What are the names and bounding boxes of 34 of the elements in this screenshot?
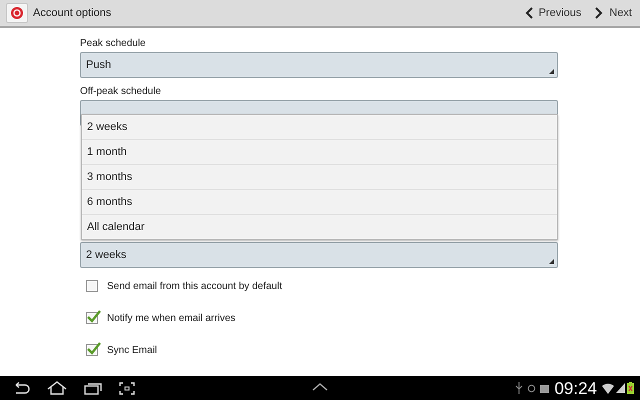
dropdown-field[interactable]: 2 weeks [80,242,558,268]
battery-icon [627,382,634,394]
dropdown-option[interactable]: 3 months [82,164,557,189]
corner-triangle-icon [549,259,554,264]
checkbox[interactable] [86,344,98,356]
dropdown-option[interactable]: 1 month [82,139,557,164]
signal-icon [616,383,625,393]
checkbox[interactable] [86,312,98,324]
checkbox-label: Sync Email [107,344,158,358]
field-label: Peak schedule [80,38,147,50]
previous-button[interactable]: Previous [522,1,584,25]
home-icon[interactable] [47,381,67,395]
chevron-right-icon [595,7,604,19]
next-button[interactable]: Next [593,1,634,25]
corner-triangle-icon [549,69,554,74]
checkbox-label: Send email from this account by default [107,280,282,294]
usb-icon [515,382,524,394]
chevron-left-icon [524,7,533,19]
dropdown-option[interactable]: 6 months [82,189,557,214]
dropdown-option[interactable]: All calendar [82,214,557,239]
screenshot-icon[interactable] [119,382,135,394]
caret-up-icon[interactable] [312,383,328,391]
download-icon [540,383,550,393]
field-label: Off-peak schedule [80,86,162,98]
clock: 09:24 [554,380,597,396]
dropdown-field[interactable]: Push [80,52,558,78]
email-app-icon[interactable] [6,3,28,23]
checkbox-label: Notify me when email arrives [107,312,236,326]
recent-apps-icon[interactable] [84,382,102,394]
sync-icon [527,384,536,392]
dropdown-option[interactable]: 2 weeks [82,115,557,139]
screen-title: Account options [33,6,112,21]
checkbox[interactable] [86,280,98,292]
wifi-icon [602,382,614,394]
